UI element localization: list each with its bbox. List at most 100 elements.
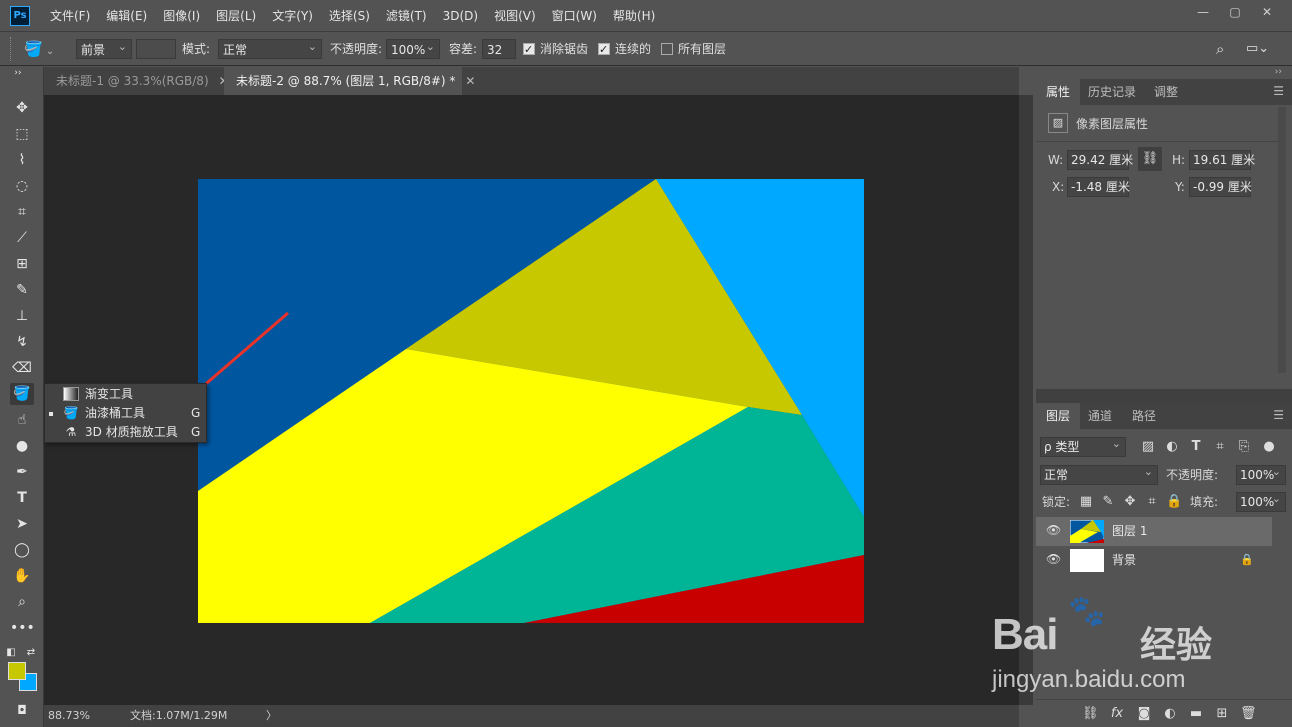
minimize-button[interactable]: — <box>1188 3 1218 21</box>
crop-tool-icon[interactable]: ⌗ <box>10 201 34 223</box>
add-mask-icon[interactable]: ◙ <box>1136 705 1152 723</box>
menu-edit[interactable]: 编辑(E) <box>98 0 155 32</box>
opacity-input[interactable]: 100% <box>386 37 440 59</box>
tab-paths[interactable]: 路径 <box>1122 403 1166 429</box>
fill-input[interactable]: 100% <box>1236 490 1286 512</box>
paint-bucket-tool-icon[interactable]: 🪣 <box>10 383 34 405</box>
filter-smart-object-icon[interactable]: ⎘ <box>1236 438 1252 456</box>
lock-transparent-icon[interactable]: ▦ <box>1078 493 1094 511</box>
move-tool-icon[interactable]: ✥ <box>10 97 34 119</box>
eraser-tool-icon[interactable]: ⌫ <box>10 357 34 379</box>
lock-position-icon[interactable]: ✥ <box>1122 493 1138 511</box>
visibility-eye-icon[interactable]: 👁 <box>1046 552 1061 566</box>
marquee-tool-icon[interactable]: ⬚ <box>10 123 34 145</box>
filter-toggle-icon[interactable]: ● <box>1262 438 1276 456</box>
layer-row-background[interactable]: 👁 背景 🔒 <box>1036 546 1272 575</box>
tolerance-input[interactable]: 32 <box>482 39 516 59</box>
tab-properties[interactable]: 属性 <box>1036 79 1081 105</box>
close-tab-icon[interactable]: ✕ <box>465 74 475 88</box>
tab-adjustments[interactable]: 调整 <box>1144 79 1188 105</box>
adjustment-layer-icon[interactable]: ◐ <box>1162 705 1178 723</box>
collapse-toolbar-icon[interactable]: ›› <box>6 67 30 79</box>
path-selection-tool-icon[interactable]: ➤ <box>10 513 34 535</box>
foreground-color-swatch[interactable] <box>8 662 26 680</box>
layer-row-layer1[interactable]: 👁 图层 1 <box>1036 517 1272 546</box>
hand-tool-icon[interactable]: ✋ <box>10 565 34 587</box>
properties-scrollbar[interactable] <box>1278 107 1286 373</box>
ellipse-tool-icon[interactable]: ◯ <box>10 539 34 561</box>
lock-pixels-icon[interactable]: ✎ <box>1100 493 1116 511</box>
menu-file[interactable]: 文件(F) <box>42 0 98 32</box>
smudge-tool-icon[interactable]: ☝ <box>10 409 34 431</box>
y-input[interactable]: -0.99 厘米 <box>1189 177 1252 197</box>
eyedropper-tool-icon[interactable]: ⟋ <box>10 227 34 249</box>
brush-tool-icon[interactable]: ✎ <box>10 279 34 301</box>
menu-window[interactable]: 窗口(W) <box>544 0 605 32</box>
tab-history[interactable]: 历史记录 <box>1078 79 1146 105</box>
lock-artboard-icon[interactable]: ⌗ <box>1144 493 1160 511</box>
menu-filter[interactable]: 滤镜(T) <box>378 0 435 32</box>
width-input[interactable]: 29.42 厘米 <box>1067 150 1133 170</box>
panel-menu-icon[interactable]: ☰ <box>1273 408 1284 422</box>
close-button[interactable]: ✕ <box>1252 3 1282 21</box>
height-input[interactable]: 19.61 厘米 <box>1189 150 1255 170</box>
maximize-button[interactable]: ▢ <box>1220 3 1250 21</box>
all-layers-checkbox[interactable]: 所有图层 <box>661 39 726 59</box>
tab-channels[interactable]: 通道 <box>1078 403 1122 429</box>
link-dimensions-icon[interactable]: ⛓ <box>1138 147 1162 171</box>
search-icon[interactable]: ⌕ <box>1216 39 1224 59</box>
filter-shape-icon[interactable]: ⌗ <box>1212 438 1228 456</box>
lasso-tool-icon[interactable]: ⌇ <box>10 149 34 171</box>
blend-mode-select[interactable]: 正常 <box>1040 463 1158 485</box>
new-group-icon[interactable]: ▬ <box>1188 705 1204 723</box>
more-tools-icon[interactable]: ••• <box>10 617 35 639</box>
layer-opacity-input[interactable]: 100% <box>1236 463 1286 485</box>
visibility-eye-icon[interactable]: 👁 <box>1046 523 1061 537</box>
delete-layer-icon[interactable]: 🗑 <box>1240 705 1257 723</box>
tab-document-2[interactable]: 未标题-2 @ 88.7% (图层 1, RGB/8#) * ✕ <box>224 67 475 95</box>
options-grip[interactable] <box>10 37 18 61</box>
filter-type-icon[interactable]: T <box>1188 438 1204 456</box>
filter-adjustment-icon[interactable]: ◐ <box>1164 438 1180 456</box>
layer-style-icon[interactable]: fx <box>1108 705 1126 723</box>
tab-document-1[interactable]: 未标题-1 @ 33.3%(RGB/8)✕ <box>44 67 229 95</box>
contiguous-checkbox[interactable]: 连续的 <box>598 39 651 60</box>
link-layers-icon[interactable]: ⛓ <box>1082 705 1099 723</box>
menu-select[interactable]: 选择(S) <box>321 0 378 32</box>
zoom-level[interactable]: 88.73% <box>48 705 90 727</box>
menu-view[interactable]: 视图(V) <box>486 0 544 32</box>
tool-preset-picker[interactable]: 🪣 ⌄ <box>24 39 62 59</box>
tab-layers[interactable]: 图层 <box>1036 403 1081 429</box>
default-colors-icon[interactable]: ◧ <box>4 642 18 664</box>
menu-type[interactable]: 文字(Y) <box>264 0 321 32</box>
menu-layer[interactable]: 图层(L) <box>208 0 264 32</box>
canvas-scrollbar[interactable] <box>1019 95 1033 705</box>
pattern-picker[interactable] <box>136 39 176 59</box>
mode-select[interactable]: 正常 <box>218 37 322 59</box>
new-layer-icon[interactable]: ⊞ <box>1214 705 1230 723</box>
quick-selection-tool-icon[interactable]: ◌ <box>10 175 34 197</box>
antialias-checkbox[interactable]: 消除锯齿 <box>523 39 588 60</box>
menu-3d[interactable]: 3D(D) <box>435 0 486 32</box>
flyout-item-gradient[interactable]: 渐变工具 <box>45 385 206 404</box>
workspace-icon[interactable]: ▭⌄ <box>1246 39 1269 59</box>
collapse-panels-icon[interactable]: ›› <box>1275 67 1282 77</box>
panel-menu-icon[interactable]: ☰ <box>1273 84 1284 98</box>
pen-tool-icon[interactable]: ✒ <box>10 461 34 483</box>
swap-colors-icon[interactable]: ⇄ <box>24 642 38 664</box>
zoom-tool-icon[interactable]: ⌕ <box>10 591 34 613</box>
lock-all-icon[interactable]: 🔒 <box>1166 493 1182 511</box>
flyout-item-3d-material-drop[interactable]: ⚗ 3D 材质拖放工具 G <box>45 423 206 442</box>
menu-image[interactable]: 图像(I) <box>155 0 208 32</box>
menu-help[interactable]: 帮助(H) <box>605 0 663 32</box>
layer-filter-select[interactable]: ρ 类型 <box>1040 435 1126 457</box>
fill-source-select[interactable]: 前景 <box>76 37 132 59</box>
clone-stamp-tool-icon[interactable]: ⊥ <box>10 305 34 327</box>
quick-mask-icon[interactable]: ◘ <box>10 699 34 721</box>
dodge-tool-icon[interactable]: ● <box>10 435 34 457</box>
filter-pixel-icon[interactable]: ▨ <box>1140 438 1156 456</box>
type-tool-icon[interactable]: T <box>10 487 34 509</box>
status-menu-arrow-icon[interactable]: 〉 <box>266 705 277 727</box>
healing-brush-tool-icon[interactable]: ⊞ <box>10 253 34 275</box>
x-input[interactable]: -1.48 厘米 <box>1067 177 1130 197</box>
